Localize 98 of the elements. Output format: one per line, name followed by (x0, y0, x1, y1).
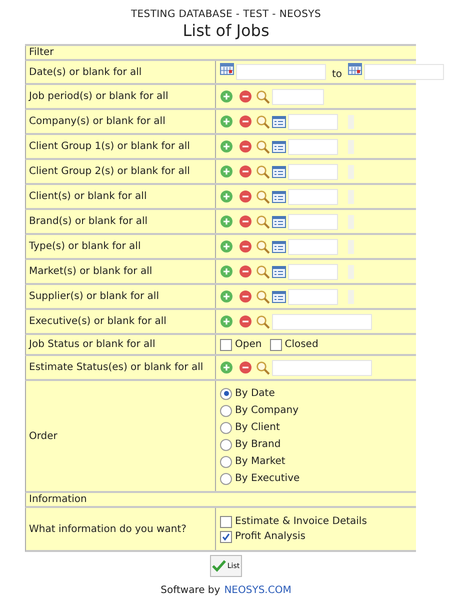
field-stub (348, 240, 354, 254)
field-stub (348, 114, 354, 128)
add-icon[interactable] (220, 265, 233, 278)
order-radio[interactable]: By Brand (220, 438, 410, 450)
add-icon[interactable] (220, 165, 233, 178)
field-stub (348, 264, 354, 278)
order-radio[interactable]: By Company (220, 404, 410, 416)
search-icon[interactable] (256, 264, 270, 278)
list-icon[interactable] (272, 190, 286, 202)
calendar-icon[interactable] (220, 63, 234, 75)
add-icon[interactable] (220, 240, 233, 253)
add-icon[interactable] (220, 115, 233, 128)
list-icon[interactable] (272, 166, 286, 178)
to-label: to (332, 69, 342, 82)
database-name: TESTING DATABASE - TEST - NEOSYS (130, 9, 322, 20)
remove-icon[interactable] (239, 165, 252, 178)
date-to-field[interactable] (364, 64, 444, 80)
list-icon[interactable] (272, 216, 286, 228)
add-icon[interactable] (220, 315, 233, 328)
page-title: List of Jobs (182, 21, 270, 40)
remove-icon[interactable] (239, 361, 252, 374)
search-icon[interactable] (256, 90, 270, 104)
remove-icon[interactable] (239, 290, 252, 303)
website-link[interactable]: NEOSYS.COM (224, 585, 292, 596)
field-label: Executive(s) or blank for all (29, 316, 166, 327)
field-label: Order (29, 430, 58, 442)
remove-icon[interactable] (239, 240, 252, 253)
order-radio[interactable]: By Client (220, 422, 410, 434)
lookup-field[interactable] (272, 88, 324, 104)
field-label: Estimate Status(es) or blank for all (29, 362, 204, 373)
search-icon[interactable] (256, 314, 270, 328)
list-icon[interactable] (272, 266, 286, 278)
lookup-field[interactable] (288, 264, 338, 280)
add-icon[interactable] (220, 290, 233, 303)
field-label: Market(s) or blank for all (29, 266, 152, 277)
add-icon[interactable] (220, 90, 233, 103)
remove-icon[interactable] (239, 140, 252, 153)
lookup-field[interactable] (288, 288, 338, 304)
field-stub (348, 140, 354, 154)
add-icon[interactable] (220, 361, 233, 374)
remove-icon[interactable] (239, 265, 252, 278)
lookup-field[interactable] (288, 238, 338, 254)
search-icon[interactable] (256, 190, 270, 204)
status-checkbox[interactable]: Open (220, 338, 262, 350)
search-icon[interactable] (256, 140, 270, 154)
field-label: Client Group 2(s) or blank for all (29, 166, 190, 177)
lookup-field[interactable] (288, 214, 338, 230)
field-stub (348, 164, 354, 178)
search-icon[interactable] (256, 114, 270, 128)
search-icon[interactable] (256, 360, 270, 374)
search-icon[interactable] (256, 290, 270, 304)
info-checkbox[interactable]: Profit Analysis (220, 530, 410, 542)
field-label: What information do you want? (29, 524, 186, 534)
calendar-icon[interactable] (348, 63, 362, 75)
checkmark-icon (222, 532, 230, 540)
field-label: Company(s) or blank for all (29, 116, 166, 127)
order-radio[interactable]: By Date (220, 388, 410, 400)
remove-icon[interactable] (239, 190, 252, 203)
field-label: Brand(s) or blank for all (29, 216, 148, 227)
add-icon[interactable] (220, 190, 233, 203)
info-checkbox[interactable]: Estimate & Invoice Details (220, 516, 410, 528)
add-icon[interactable] (220, 140, 233, 153)
field-label: Client Group 1(s) or blank for all (29, 141, 190, 152)
section-heading: Information (25, 493, 416, 508)
field-label: Type(s) or blank for all (29, 241, 141, 252)
search-icon[interactable] (256, 214, 270, 228)
list-icon[interactable] (272, 290, 286, 302)
field-label: Date(s) or blank for all (29, 66, 142, 78)
remove-icon[interactable] (239, 90, 252, 103)
lookup-field[interactable] (288, 188, 338, 204)
order-radio[interactable]: By Executive (220, 472, 410, 484)
field-label: Job period(s) or blank for all (29, 91, 168, 102)
lookup-field[interactable] (288, 114, 338, 130)
remove-icon[interactable] (239, 215, 252, 228)
add-icon[interactable] (220, 215, 233, 228)
field-stub (348, 214, 354, 228)
list-icon[interactable] (272, 116, 286, 128)
lookup-field[interactable] (272, 360, 372, 376)
field-stub (348, 290, 354, 304)
lookup-field[interactable] (272, 314, 372, 330)
section-heading: Filter (25, 46, 416, 61)
list-icon[interactable] (272, 240, 286, 252)
status-checkbox[interactable]: Closed (270, 338, 318, 350)
lookup-field[interactable] (288, 164, 338, 180)
order-radio[interactable]: By Market (220, 456, 410, 468)
checkmark-icon (212, 560, 226, 572)
field-label: Client(s) or blank for all (29, 191, 147, 202)
search-icon[interactable] (256, 240, 270, 254)
search-icon[interactable] (256, 164, 270, 178)
date-from-field[interactable] (236, 64, 326, 80)
list-icon[interactable] (272, 140, 286, 152)
field-stub (348, 190, 354, 204)
remove-icon[interactable] (239, 315, 252, 328)
footer-text: Software by (160, 585, 220, 596)
remove-icon[interactable] (239, 115, 252, 128)
field-label: Supplier(s) or blank for all (29, 291, 159, 302)
field-label: Job Status or blank for all (29, 339, 156, 350)
lookup-field[interactable] (288, 138, 338, 154)
